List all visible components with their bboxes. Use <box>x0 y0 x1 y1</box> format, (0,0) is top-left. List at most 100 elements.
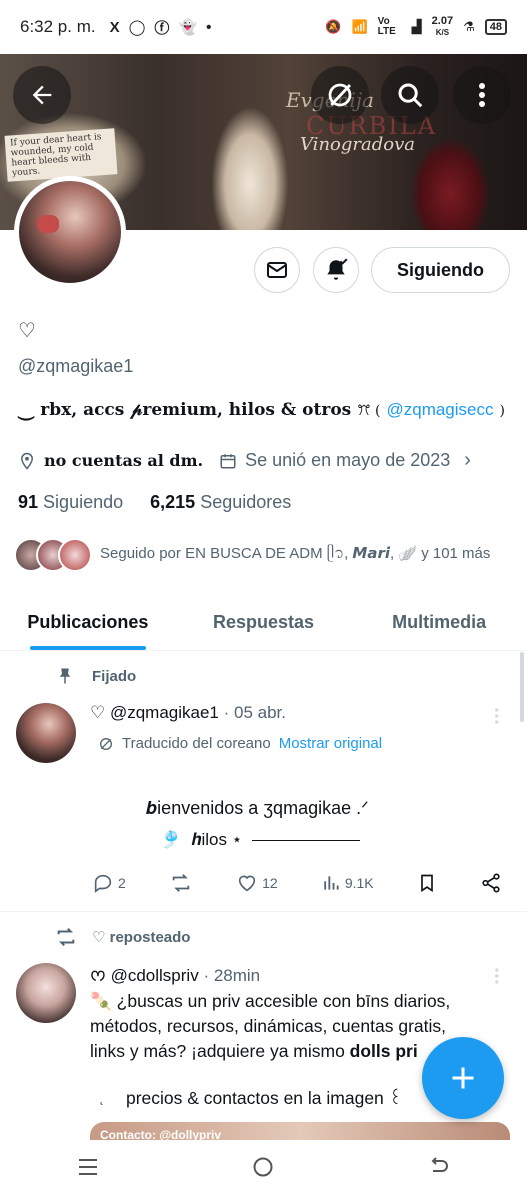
profile-tabs: Publicaciones Respuestas Multimedia <box>0 595 527 651</box>
grok-icon <box>328 83 352 107</box>
followers-link[interactable]: 6,215 Seguidores <box>150 492 291 512</box>
pinned-indicator: Fijado <box>56 666 136 686</box>
repost-indicator: ♡ reposteado <box>54 926 190 948</box>
post-text-line: 🍡 ¿buscas un priv accesible con bīns dia… <box>90 991 451 1011</box>
avatar-detail <box>37 215 59 233</box>
search-button[interactable] <box>381 66 439 124</box>
recents-button[interactable] <box>77 1157 99 1183</box>
more-options-button[interactable] <box>453 66 511 124</box>
chevron-right-icon[interactable]: › <box>464 449 471 472</box>
translate-icon <box>100 737 112 750</box>
views-count: 9.1K <box>344 875 374 891</box>
lab-icon: ⚗ <box>463 19 475 34</box>
profile-joined: Se unió en mayo de 2023 <box>245 450 451 470</box>
views-button[interactable]: 9.1K <box>321 873 374 893</box>
display-name: ♡ <box>18 320 36 342</box>
status-time: 6:32 p. m. <box>20 17 96 36</box>
followers-label: Seguidores <box>200 492 292 512</box>
recents-icon <box>78 1159 97 1175</box>
profile-avatar[interactable] <box>14 176 126 288</box>
status-bar: 6:32 p. m. X ◯ ⓕ 👻 • 🔕 📶 Vo LTE ▟ 2.07 K… <box>0 0 527 54</box>
more-vertical-icon <box>479 83 485 107</box>
home-button[interactable] <box>252 1156 274 1184</box>
following-link[interactable]: 91 Siguiendo <box>18 492 123 512</box>
location-icon <box>20 452 34 470</box>
translated-label: Traducido del coreano <box>122 735 271 752</box>
like-button[interactable]: 12 <box>236 872 278 894</box>
back-button[interactable] <box>13 66 71 124</box>
profile-meta: no cuentas al dm. Se unió en mayo de 202… <box>18 449 471 472</box>
tab-replies[interactable]: Respuestas <box>176 595 352 650</box>
home-circle-icon <box>253 1157 273 1177</box>
message-button[interactable] <box>254 247 300 293</box>
notification-icons: X ◯ ⓕ 👻 • <box>110 17 212 38</box>
plus-icon <box>452 1067 474 1089</box>
scrollbar[interactable] <box>520 652 524 722</box>
share-icon <box>482 873 500 893</box>
reply-button[interactable]: 2 <box>92 872 126 894</box>
post-text-line1: 𝒃ienvenidos a ʒqmagikae .ᐟ <box>146 798 369 818</box>
like-count: 12 <box>262 875 278 891</box>
show-original-link[interactable]: Mostrar original <box>279 735 382 752</box>
heart-icon <box>238 875 256 892</box>
repost-button[interactable] <box>169 872 193 894</box>
post-rule <box>252 839 361 841</box>
post-text-line: links y más? ¡adquiere ya mismo dolls pr… <box>90 1039 418 1064</box>
compose-button[interactable] <box>422 1037 504 1119</box>
tab-posts[interactable]: Publicaciones <box>0 595 176 650</box>
system-nav-bar <box>0 1140 527 1200</box>
snapchat-icon: 👻 <box>178 19 198 36</box>
signal-icon: ▟ <box>411 19 422 34</box>
grok-button[interactable] <box>311 66 369 124</box>
post-avatar[interactable] <box>16 963 76 1023</box>
post-text-line2: 🎐 𝒉ilos ⋆ <box>160 830 361 850</box>
follow-counts: 91 Siguiendo 6,215 Seguidores <box>18 492 291 513</box>
x-app-icon: X <box>109 18 120 36</box>
notifications-button[interactable] <box>313 247 359 293</box>
bio-text: ⏝ rbx, accs 𝓅remium, hilos & otros <box>18 400 352 420</box>
translation-row: Traducido del coreano Mostrar original <box>98 735 382 752</box>
facebook-icon: ⓕ <box>154 19 170 37</box>
post-more-icon[interactable]: · · · <box>494 701 501 733</box>
reply-count: 2 <box>118 875 126 891</box>
post-avatar[interactable] <box>16 703 76 763</box>
banner-note: If your dear heart is wounded, my cold h… <box>4 128 118 182</box>
post-header: ᰔ @cdollspriv · 28min <box>90 963 260 989</box>
followed-by-text: Seguido por EN BUSCA DE ADM ᥫ᭡, 𝙈𝙖𝙧𝙞, 🪽 … <box>100 544 491 562</box>
post-author[interactable]: ᰔ @cdollspriv <box>90 966 199 985</box>
views-icon <box>324 876 339 890</box>
search-icon <box>398 83 423 108</box>
bio-mention-link[interactable]: @zqmagisecc <box>386 400 493 420</box>
more-notifications-icon: • <box>206 18 212 36</box>
followers-count: 6,215 <box>150 492 196 512</box>
volte-label: Vo LTE <box>377 16 396 37</box>
following-button[interactable]: Siguiendo <box>371 247 510 293</box>
envelope-icon <box>267 262 287 278</box>
followed-by-row[interactable]: Seguido por EN BUSCA DE ADM ᥫ᭡, 𝙈𝙖𝙧𝙞, 🪽 … <box>14 538 490 572</box>
repost-icon <box>172 874 190 892</box>
bell-check-icon <box>327 258 348 280</box>
back-nav-button[interactable] <box>428 1157 450 1183</box>
whatsapp-icon: ◯ <box>128 19 146 36</box>
post-text-part: links y más? ¡adquiere ya mismo <box>90 1041 350 1061</box>
following-label: Siguiendo <box>43 492 124 512</box>
calendar-icon <box>220 453 236 468</box>
post-author[interactable]: ♡ @zqmagikae1 <box>90 703 219 722</box>
profile-bio: ⏝ rbx, accs 𝓅remium, hilos & otros ꔫ ( @… <box>18 400 505 420</box>
following-count: 91 <box>18 492 39 512</box>
repost-icon <box>57 928 75 946</box>
mute-icon: 🔕 <box>325 19 342 34</box>
net-speed: 2.07 <box>431 15 454 27</box>
post-time: · 28min <box>203 966 261 985</box>
reposted-label: ♡ reposteado <box>92 929 191 946</box>
banner-script-text-2: Vinogradova <box>300 134 415 155</box>
post-more-icon[interactable]: · · · <box>494 961 501 993</box>
profile-handle: @zqmagikae1 <box>18 356 134 376</box>
net-speed-unit: K/S <box>435 28 450 37</box>
bookmark-button[interactable] <box>417 872 437 894</box>
follower-avatar <box>58 538 92 572</box>
tab-media[interactable]: Multimedia <box>351 595 527 650</box>
post-text-bold: dolls pri <box>349 1041 418 1061</box>
post-header: ♡ @zqmagikae1 · 05 abr. <box>90 703 286 723</box>
share-button[interactable] <box>480 872 502 894</box>
